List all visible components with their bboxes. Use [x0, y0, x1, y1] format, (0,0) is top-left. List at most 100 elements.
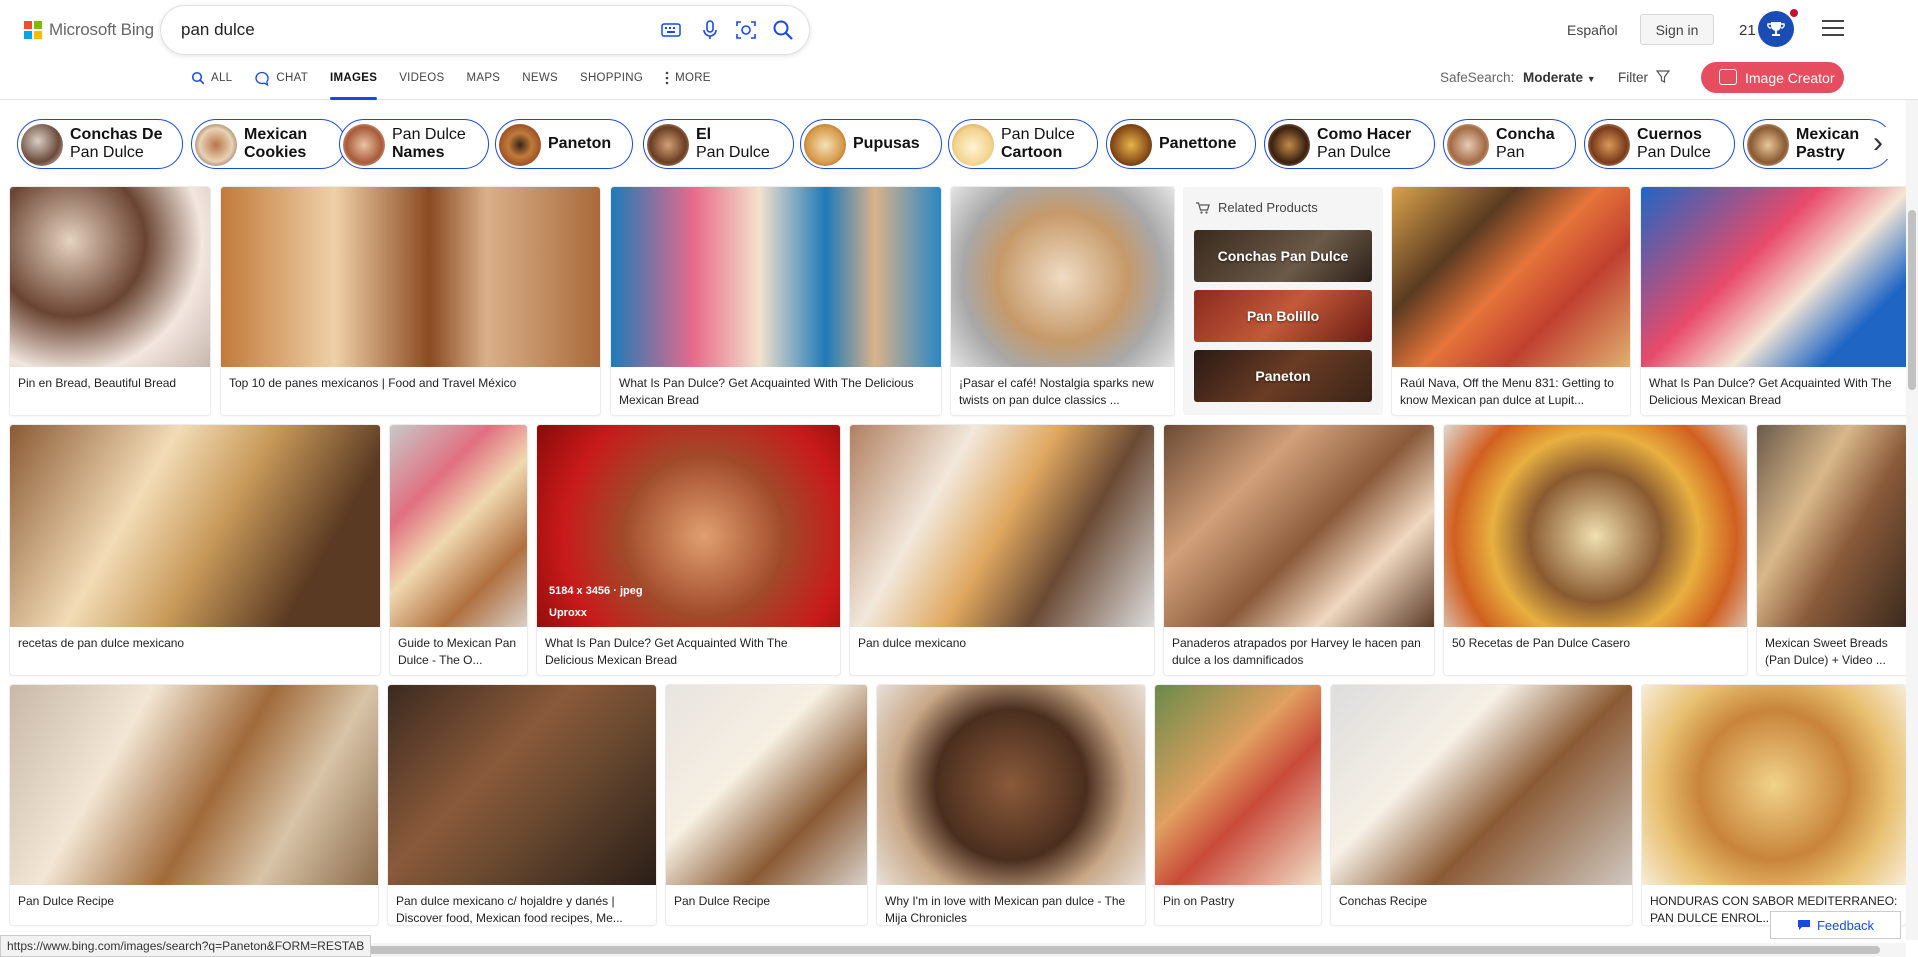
image-caption[interactable]: Panaderos atrapados por Harvey le hacen …: [1172, 635, 1426, 669]
image-result-card[interactable]: Pan Dulce Recipe: [10, 685, 378, 925]
image-thumbnail[interactable]: [10, 425, 380, 627]
image-thumbnail[interactable]: [951, 187, 1174, 367]
image-result-card[interactable]: HONDURAS CON SABOR MEDITERRANEO: PAN DUL…: [1642, 685, 1906, 925]
image-creator-button[interactable]: Image Creator: [1701, 62, 1844, 93]
related-search-chip[interactable]: Conchas De Pan Dulce: [17, 119, 183, 169]
rewards-trophy-icon[interactable]: [1758, 11, 1794, 47]
image-result-card[interactable]: ¡Pasar el café! Nostalgia sparks new twi…: [951, 187, 1174, 415]
related-search-chip[interactable]: Pan Dulce Names: [339, 119, 489, 169]
image-result-card[interactable]: Pan dulce mexicano c/ hojaldre y danés |…: [388, 685, 656, 925]
bing-logo[interactable]: Microsoft Bing: [24, 20, 154, 40]
image-thumbnail[interactable]: [1392, 187, 1630, 367]
image-caption[interactable]: Pan Dulce Recipe: [18, 893, 370, 910]
image-caption[interactable]: Pan dulce mexicano: [858, 635, 1146, 652]
image-caption[interactable]: ¡Pasar el café! Nostalgia sparks new twi…: [959, 375, 1166, 409]
keyboard-icon[interactable]: [660, 19, 682, 41]
related-search-chip[interactable]: Pan Dulce Cartoon: [948, 119, 1098, 169]
image-result-card[interactable]: Pan dulce mexicano: [850, 425, 1154, 675]
vertical-scrollbar[interactable]: [1906, 100, 1918, 940]
related-search-chip[interactable]: Como Hacer Pan Dulce: [1264, 119, 1435, 169]
image-result-card[interactable]: recetas de pan dulce mexicano: [10, 425, 380, 675]
image-thumbnail[interactable]: [390, 425, 527, 627]
image-result-card[interactable]: Top 10 de panes mexicanos | Food and Tra…: [221, 187, 600, 415]
image-caption[interactable]: Why I'm in love with Mexican pan dulce -…: [885, 893, 1137, 925]
image-thumbnail[interactable]: [1757, 425, 1907, 627]
search-icon[interactable]: [772, 19, 794, 41]
related-search-chip[interactable]: El Pan Dulce: [643, 119, 794, 169]
image-thumbnail[interactable]: [877, 685, 1145, 885]
image-thumbnail[interactable]: [611, 187, 941, 367]
image-result-card[interactable]: Guide to Mexican Pan Dulce - The O...: [390, 425, 527, 675]
image-caption[interactable]: Guide to Mexican Pan Dulce - The O...: [398, 635, 519, 669]
image-thumbnail[interactable]: [10, 685, 378, 885]
related-product-paneton[interactable]: Paneton: [1194, 350, 1372, 402]
image-result-card[interactable]: 5184 x 3456 · jpeg Uproxx What Is Pan Dulc…: [537, 425, 840, 675]
image-result-card[interactable]: Pan Dulce Recipe: [666, 685, 867, 925]
image-thumbnail[interactable]: [1641, 187, 1911, 367]
related-search-chip[interactable]: Pupusas: [800, 119, 942, 169]
image-caption[interactable]: Top 10 de panes mexicanos | Food and Tra…: [229, 375, 592, 392]
image-thumbnail[interactable]: [388, 685, 656, 885]
image-thumbnail[interactable]: [666, 685, 867, 885]
image-result-card[interactable]: Mexican Sweet Breads (Pan Dulce) + Video…: [1757, 425, 1907, 675]
image-thumbnail[interactable]: [10, 187, 210, 367]
image-caption[interactable]: Raúl Nava, Off the Menu 831: Getting to …: [1400, 375, 1622, 409]
image-caption[interactable]: Pan dulce mexicano c/ hojaldre y danés |…: [396, 893, 648, 925]
related-product-bolillo[interactable]: Pan Bolillo: [1194, 290, 1372, 342]
microphone-icon[interactable]: [699, 19, 721, 41]
image-result-card[interactable]: Pin en Bread, Beautiful Bread: [10, 187, 210, 415]
image-result-card[interactable]: What Is Pan Dulce? Get Acquainted With T…: [1641, 187, 1911, 415]
related-search-chip[interactable]: Cuernos Pan Dulce: [1584, 119, 1735, 169]
tab-shopping[interactable]: SHOPPING: [569, 68, 654, 88]
image-caption[interactable]: What Is Pan Dulce? Get Acquainted With T…: [1649, 375, 1903, 409]
image-thumbnail[interactable]: [1331, 685, 1632, 885]
image-thumbnail[interactable]: [221, 187, 600, 367]
rewards-count[interactable]: 21: [1739, 22, 1756, 39]
vertical-scrollbar-thumb[interactable]: [1908, 210, 1916, 390]
image-result-card[interactable]: Pin on Pastry: [1155, 685, 1321, 925]
image-caption[interactable]: What Is Pan Dulce? Get Acquainted With T…: [545, 635, 832, 669]
image-result-card[interactable]: Panaderos atrapados por Harvey le hacen …: [1164, 425, 1434, 675]
tab-more[interactable]: MORE: [654, 68, 722, 88]
related-search-chip[interactable]: Concha Pan: [1443, 119, 1576, 169]
horizontal-scrollbar-thumb[interactable]: [350, 946, 1880, 954]
image-caption[interactable]: What Is Pan Dulce? Get Acquainted With T…: [619, 375, 933, 409]
visual-search-icon[interactable]: [735, 19, 757, 41]
tab-videos[interactable]: VIDEOS: [388, 68, 455, 88]
image-caption[interactable]: Pin en Bread, Beautiful Bread: [18, 375, 202, 392]
image-thumbnail[interactable]: [850, 425, 1154, 627]
image-result-card[interactable]: Why I'm in love with Mexican pan dulce -…: [877, 685, 1145, 925]
image-result-card[interactable]: Conchas Recipe: [1331, 685, 1632, 925]
image-caption[interactable]: Pan Dulce Recipe: [674, 893, 859, 910]
image-caption[interactable]: Mexican Sweet Breads (Pan Dulce) + Video…: [1765, 635, 1899, 669]
feedback-button[interactable]: Feedback: [1770, 911, 1901, 939]
image-thumbnail[interactable]: [1444, 425, 1747, 627]
image-caption[interactable]: 50 Recetas de Pan Dulce Casero: [1452, 635, 1739, 652]
tab-images[interactable]: IMAGES: [319, 68, 388, 100]
safesearch-dropdown[interactable]: Moderate ▼: [1523, 70, 1596, 85]
image-result-card[interactable]: What Is Pan Dulce? Get Acquainted With T…: [611, 187, 941, 415]
image-caption[interactable]: recetas de pan dulce mexicano: [18, 635, 372, 652]
image-result-card[interactable]: 50 Recetas de Pan Dulce Casero: [1444, 425, 1747, 675]
tab-news[interactable]: NEWS: [511, 68, 569, 88]
image-thumbnail[interactable]: [1155, 685, 1321, 885]
image-caption[interactable]: Pin on Pastry: [1163, 893, 1313, 910]
image-thumbnail[interactable]: [1164, 425, 1434, 627]
tab-chat[interactable]: CHAT: [243, 68, 319, 88]
image-result-card[interactable]: Raúl Nava, Off the Menu 831: Getting to …: [1392, 187, 1630, 415]
sign-in-button[interactable]: Sign in: [1640, 14, 1714, 45]
image-thumbnail[interactable]: [1642, 685, 1906, 885]
hamburger-menu-icon[interactable]: [1822, 20, 1844, 38]
related-product-conchas[interactable]: Conchas Pan Dulce: [1194, 230, 1372, 282]
filter-button[interactable]: Filter: [1618, 70, 1670, 85]
image-source[interactable]: Uproxx: [549, 607, 587, 619]
related-search-chip[interactable]: Mexican Cookies: [191, 119, 346, 169]
image-caption[interactable]: Conchas Recipe: [1339, 893, 1624, 910]
related-search-chip[interactable]: Paneton: [495, 119, 633, 169]
tab-maps[interactable]: MAPS: [455, 68, 511, 88]
search-input[interactable]: [181, 16, 621, 44]
related-search-chip[interactable]: Panettone: [1106, 119, 1256, 169]
carousel-next-chevron-icon[interactable]: ›: [1862, 126, 1894, 159]
tab-all[interactable]: ALL: [180, 68, 243, 88]
language-link[interactable]: Español: [1567, 22, 1618, 38]
